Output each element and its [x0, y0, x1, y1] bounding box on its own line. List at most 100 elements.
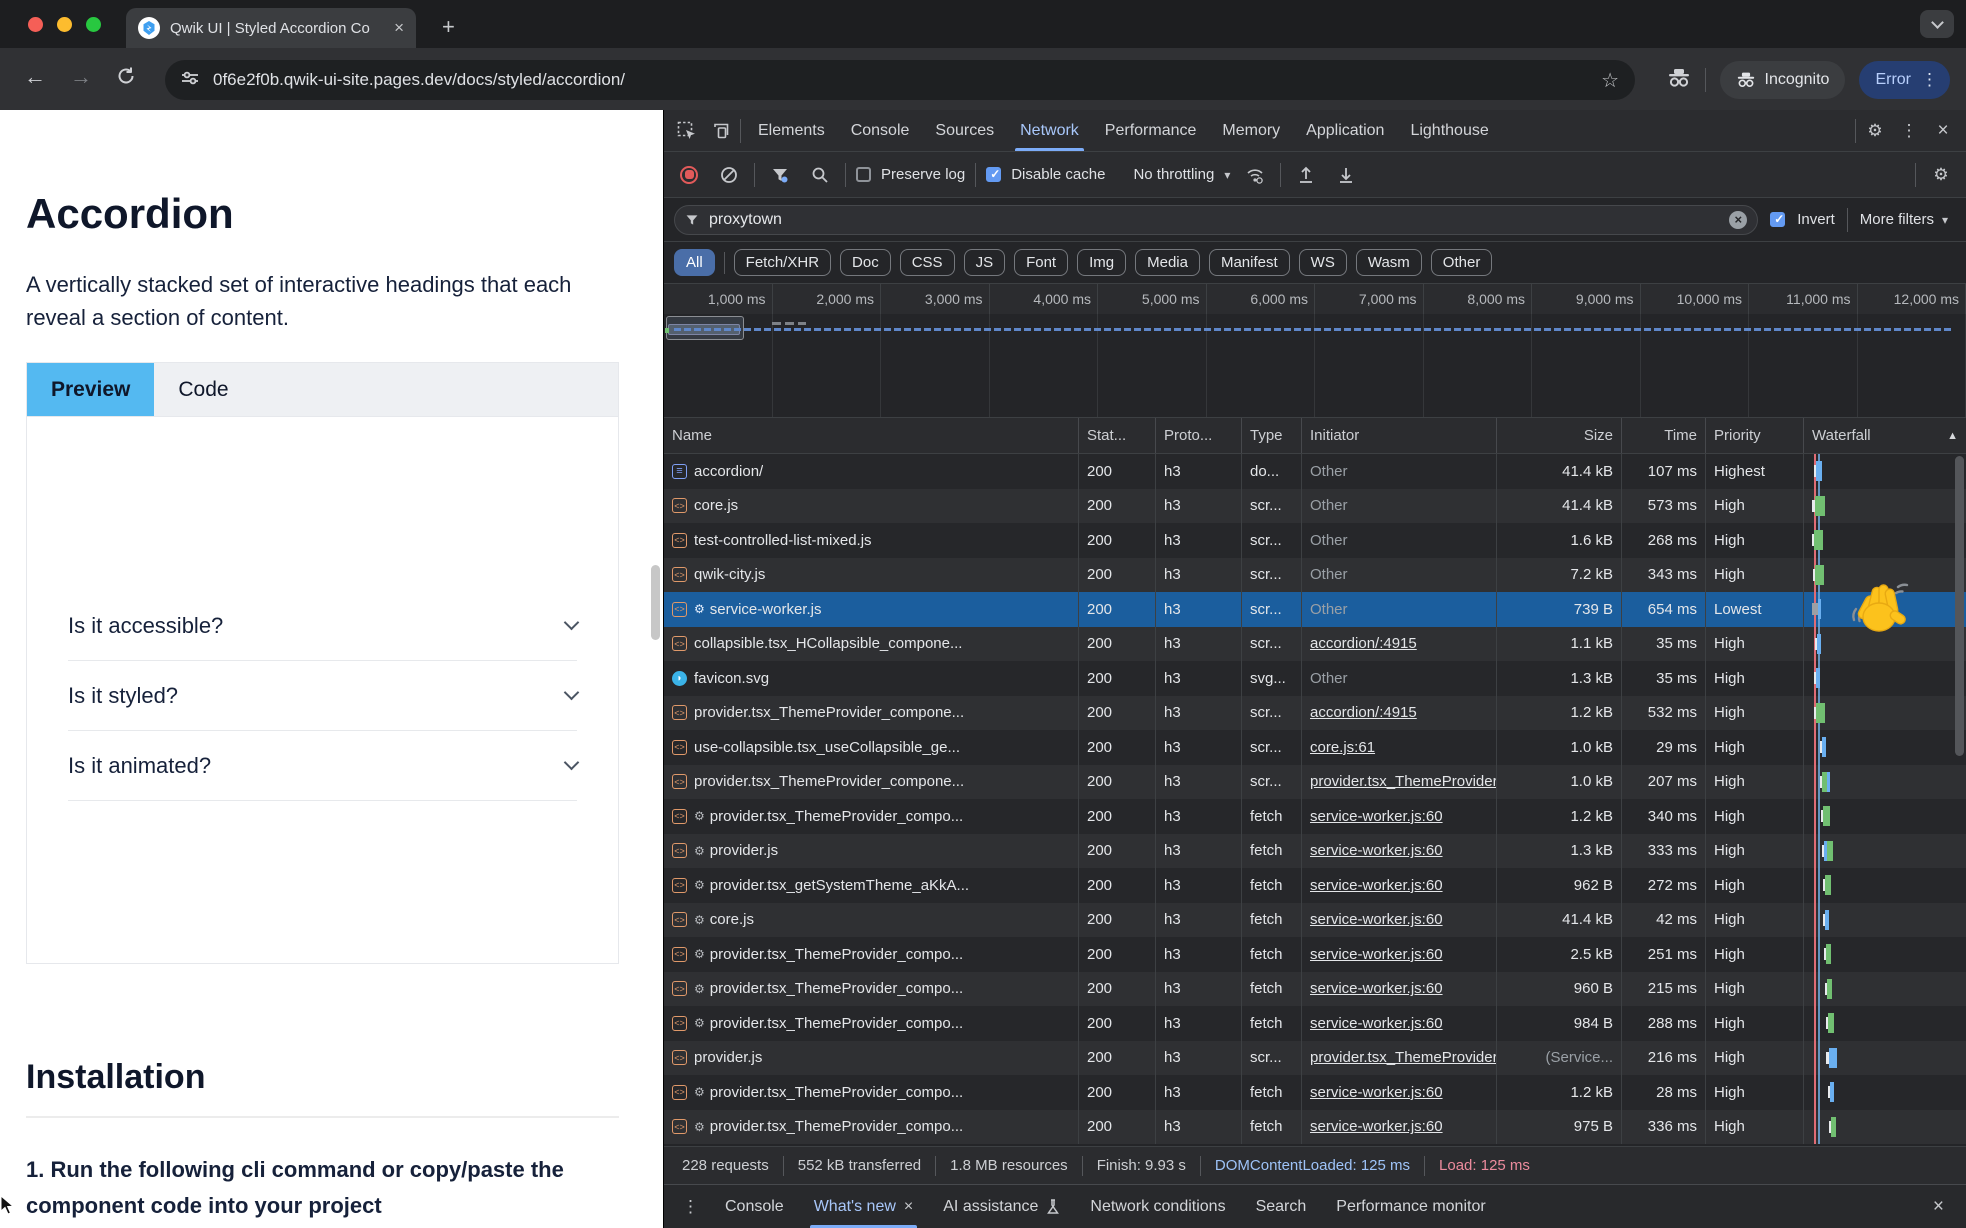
close-window-button[interactable]	[28, 17, 43, 32]
tab-search-button[interactable]	[1920, 10, 1954, 38]
filter-chip-all[interactable]: All	[674, 249, 715, 276]
request-row[interactable]: <>use-collapsible.tsx_useCollapsible_ge.…	[664, 730, 1966, 765]
accordion-item[interactable]: Is it styled?	[68, 661, 577, 731]
request-row[interactable]: <>⚙provider.tsx_ThemeProvider_compo...20…	[664, 972, 1966, 1007]
request-name-cell[interactable]: <>⚙provider.tsx_ThemeProvider_compo...	[664, 1110, 1079, 1145]
request-row[interactable]: <>⚙core.js200h3fetchservice-worker.js:60…	[664, 903, 1966, 938]
drawer-kebab-menu-icon[interactable]: ⋮	[672, 1197, 709, 1217]
request-row[interactable]: <>⚙provider.tsx_ThemeProvider_compo...20…	[664, 937, 1966, 972]
request-name-cell[interactable]: <>⚙provider.tsx_ThemeProvider_compo...	[664, 799, 1079, 834]
tab-code[interactable]: Code	[154, 363, 252, 416]
clear-filter-icon[interactable]: ×	[1729, 211, 1747, 229]
request-row[interactable]: <>provider.js200h3scr...provider.tsx_The…	[664, 1041, 1966, 1076]
request-name-cell[interactable]: <>provider.tsx_ThemeProvider_compone...	[664, 765, 1079, 800]
devtools-close-icon[interactable]: ×	[1928, 116, 1958, 146]
drawer-tab-search[interactable]: Search	[1242, 1185, 1321, 1228]
browser-tab[interactable]: Qwik UI | Styled Accordion Co ×	[126, 8, 416, 48]
devtools-tab-performance[interactable]: Performance	[1092, 110, 1210, 151]
request-row[interactable]: <>⚙provider.tsx_getSystemTheme_aKkA...20…	[664, 868, 1966, 903]
devtools-tab-network[interactable]: Network	[1007, 110, 1092, 151]
network-overview-timeline[interactable]: 1,000 ms2,000 ms3,000 ms4,000 ms5,000 ms…	[664, 284, 1966, 418]
initiator-link[interactable]: core.js:61	[1310, 739, 1375, 756]
bookmark-star-icon[interactable]: ☆	[1601, 68, 1619, 93]
drawer-tab-ai-assistance[interactable]: AI assistance	[929, 1185, 1074, 1228]
initiator-link[interactable]: service-worker.js:60	[1310, 1118, 1443, 1135]
initiator-cell[interactable]: accordion/:4915	[1302, 696, 1497, 731]
initiator-cell[interactable]: accordion/:4915	[1302, 627, 1497, 662]
initiator-link[interactable]: service-worker.js:60	[1310, 842, 1443, 859]
page-scrollbar-thumb[interactable]	[651, 565, 660, 640]
drawer-tab-network-conditions[interactable]: Network conditions	[1076, 1185, 1239, 1228]
request-name-cell[interactable]: <>collapsible.tsx_HCollapsible_compone..…	[664, 627, 1079, 662]
request-row[interactable]: <>⚙provider.tsx_ThemeProvider_compo...20…	[664, 1006, 1966, 1041]
initiator-cell[interactable]: core.js:61	[1302, 730, 1497, 765]
address-bar[interactable]: 0f6e2f0b.qwik-ui-site.pages.dev/docs/sty…	[165, 60, 1635, 100]
initiator-cell[interactable]: service-worker.js:60	[1302, 1006, 1497, 1041]
column-header-proto[interactable]: Proto...	[1156, 418, 1242, 453]
initiator-cell[interactable]: service-worker.js:60	[1302, 834, 1497, 869]
filter-funnel-icon[interactable]	[765, 160, 795, 190]
column-header-waterfall[interactable]: Waterfall▲	[1804, 418, 1966, 453]
request-name-cell[interactable]: ≡accordion/	[664, 454, 1079, 489]
minimize-window-button[interactable]	[57, 17, 72, 32]
initiator-link[interactable]: provider.tsx_ThemeProvider	[1310, 773, 1497, 790]
search-icon[interactable]	[805, 160, 835, 190]
request-name-cell[interactable]: <>⚙provider.tsx_ThemeProvider_compo...	[664, 1006, 1079, 1041]
request-row[interactable]: <>test-controlled-list-mixed.js200h3scr.…	[664, 523, 1966, 558]
incognito-glyph-icon[interactable]	[1667, 67, 1691, 94]
initiator-cell[interactable]: provider.tsx_ThemeProvider	[1302, 765, 1497, 800]
request-name-cell[interactable]: <>⚙provider.js	[664, 834, 1079, 869]
request-row[interactable]: <>provider.tsx_ThemeProvider_compone...2…	[664, 696, 1966, 731]
request-name-cell[interactable]: <>⚙service-worker.js	[664, 592, 1079, 627]
filter-chip-js[interactable]: JS	[964, 249, 1006, 276]
initiator-cell[interactable]: service-worker.js:60	[1302, 903, 1497, 938]
table-scrollbar-thumb[interactable]	[1955, 456, 1964, 756]
column-header-stat[interactable]: Stat...	[1079, 418, 1156, 453]
request-row[interactable]: <>⚙service-worker.js200h3scr...Other739 …	[664, 592, 1966, 627]
initiator-link[interactable]: accordion/:4915	[1310, 704, 1417, 721]
request-name-cell[interactable]: <>provider.tsx_ThemeProvider_compone...	[664, 696, 1079, 731]
filter-chip-manifest[interactable]: Manifest	[1209, 249, 1290, 276]
preserve-log-checkbox[interactable]	[856, 167, 871, 182]
device-toolbar-icon[interactable]	[706, 116, 736, 146]
request-name-cell[interactable]: <>qwik-city.js	[664, 558, 1079, 593]
request-row[interactable]: <>qwik-city.js200h3scr...Other7.2 kB343 …	[664, 558, 1966, 593]
column-header-size[interactable]: Size	[1497, 418, 1622, 453]
devtools-kebab-menu-icon[interactable]: ⋮	[1894, 116, 1924, 146]
accordion-item[interactable]: Is it accessible?	[68, 591, 577, 661]
devtools-tab-sources[interactable]: Sources	[922, 110, 1007, 151]
request-row[interactable]: <>core.js200h3scr...Other41.4 kB573 msHi…	[664, 489, 1966, 524]
record-network-log-icon[interactable]	[674, 160, 704, 190]
initiator-link[interactable]: service-worker.js:60	[1310, 911, 1443, 928]
initiator-cell[interactable]: service-worker.js:60	[1302, 799, 1497, 834]
devtools-tab-elements[interactable]: Elements	[745, 110, 838, 151]
request-name-cell[interactable]: <>test-controlled-list-mixed.js	[664, 523, 1079, 558]
initiator-cell[interactable]: service-worker.js:60	[1302, 972, 1497, 1007]
column-header-type[interactable]: Type	[1242, 418, 1302, 453]
reload-button[interactable]	[116, 66, 136, 92]
request-row[interactable]: <>⚙provider.tsx_ThemeProvider_compo...20…	[664, 799, 1966, 834]
request-name-cell[interactable]: <>⚙provider.tsx_ThemeProvider_compo...	[664, 1075, 1079, 1110]
drawer-tab-close-icon[interactable]: ×	[904, 1198, 913, 1216]
browser-menu-error-button[interactable]: Error ⋮	[1859, 61, 1950, 99]
initiator-link[interactable]: provider.tsx_ThemeProvider	[1310, 1049, 1497, 1066]
filter-chip-other[interactable]: Other	[1431, 249, 1493, 276]
disable-cache-checkbox[interactable]	[986, 167, 1001, 182]
initiator-link[interactable]: service-worker.js:60	[1310, 946, 1443, 963]
filter-text-input[interactable]: proxytown ×	[674, 205, 1758, 235]
filter-chip-doc[interactable]: Doc	[840, 249, 891, 276]
export-har-icon[interactable]	[1331, 160, 1361, 190]
request-name-cell[interactable]: <>core.js	[664, 489, 1079, 524]
devtools-tab-application[interactable]: Application	[1293, 110, 1397, 151]
initiator-cell[interactable]: service-worker.js:60	[1302, 1075, 1497, 1110]
request-name-cell[interactable]: <>⚙provider.tsx_getSystemTheme_aKkA...	[664, 868, 1079, 903]
initiator-link[interactable]: service-worker.js:60	[1310, 1084, 1443, 1101]
network-conditions-icon[interactable]	[1240, 160, 1270, 190]
site-info-icon[interactable]	[181, 69, 199, 92]
drawer-tab-console[interactable]: Console	[711, 1185, 798, 1228]
throttling-select[interactable]: No throttling	[1133, 166, 1214, 183]
request-name-cell[interactable]: <>provider.js	[664, 1041, 1079, 1076]
filter-chip-font[interactable]: Font	[1014, 249, 1068, 276]
zoom-window-button[interactable]	[86, 17, 101, 32]
network-settings-gear-icon[interactable]: ⚙	[1926, 160, 1956, 190]
